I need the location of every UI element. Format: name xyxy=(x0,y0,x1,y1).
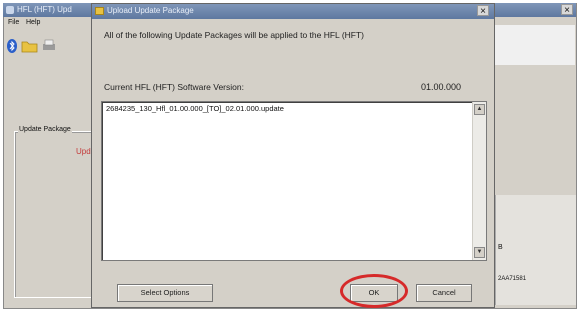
select-options-button[interactable]: Select Options xyxy=(117,284,213,302)
main-window-titlebar[interactable]: HFL (HFT) Upd xyxy=(3,3,91,17)
app-icon xyxy=(6,6,14,14)
menu-help[interactable]: Help xyxy=(26,19,40,26)
scroll-up-icon[interactable]: ▲ xyxy=(474,104,485,115)
right-panel-header-area xyxy=(495,25,575,65)
update-package-group-label: Update Package xyxy=(18,126,72,133)
dialog-titlebar[interactable]: Upload Update Package × xyxy=(92,4,494,19)
right-info-text: B xyxy=(498,244,503,251)
menu-file[interactable]: File xyxy=(8,19,19,26)
dialog-message: All of the following Update Packages wil… xyxy=(104,30,365,40)
software-version-value: 01.00.000 xyxy=(421,82,462,92)
cancel-button[interactable]: Cancel xyxy=(416,284,472,302)
bluetooth-icon[interactable] xyxy=(5,38,19,53)
right-info-id: 2AA71581 xyxy=(498,276,527,282)
dialog-title: Upload Update Package xyxy=(107,6,194,15)
dialog-folder-icon xyxy=(95,7,104,15)
scroll-down-icon[interactable]: ▼ xyxy=(474,247,485,258)
toolbar xyxy=(5,33,93,57)
menu-bar: File Help xyxy=(4,17,92,30)
update-package-group xyxy=(14,131,93,298)
list-item[interactable]: 2684235_130_Hfl_01.00.000_[TO]_02.01.000… xyxy=(106,104,284,113)
main-window-title: HFL (HFT) Upd xyxy=(17,5,72,14)
right-info-box xyxy=(495,195,576,305)
main-window-titlebar-right: × xyxy=(495,3,576,17)
update-status-text: Upd xyxy=(76,147,91,156)
ok-button[interactable]: OK xyxy=(350,284,398,302)
main-close-icon[interactable]: × xyxy=(561,4,573,16)
folder-icon[interactable] xyxy=(21,38,38,53)
software-version-label: Current HFL (HFT) Software Version: xyxy=(104,82,244,92)
list-scrollbar[interactable]: ▲ ▼ xyxy=(472,102,486,260)
dialog-close-icon[interactable]: × xyxy=(477,5,489,17)
printer-icon[interactable] xyxy=(41,38,55,52)
update-package-list[interactable] xyxy=(101,101,487,261)
